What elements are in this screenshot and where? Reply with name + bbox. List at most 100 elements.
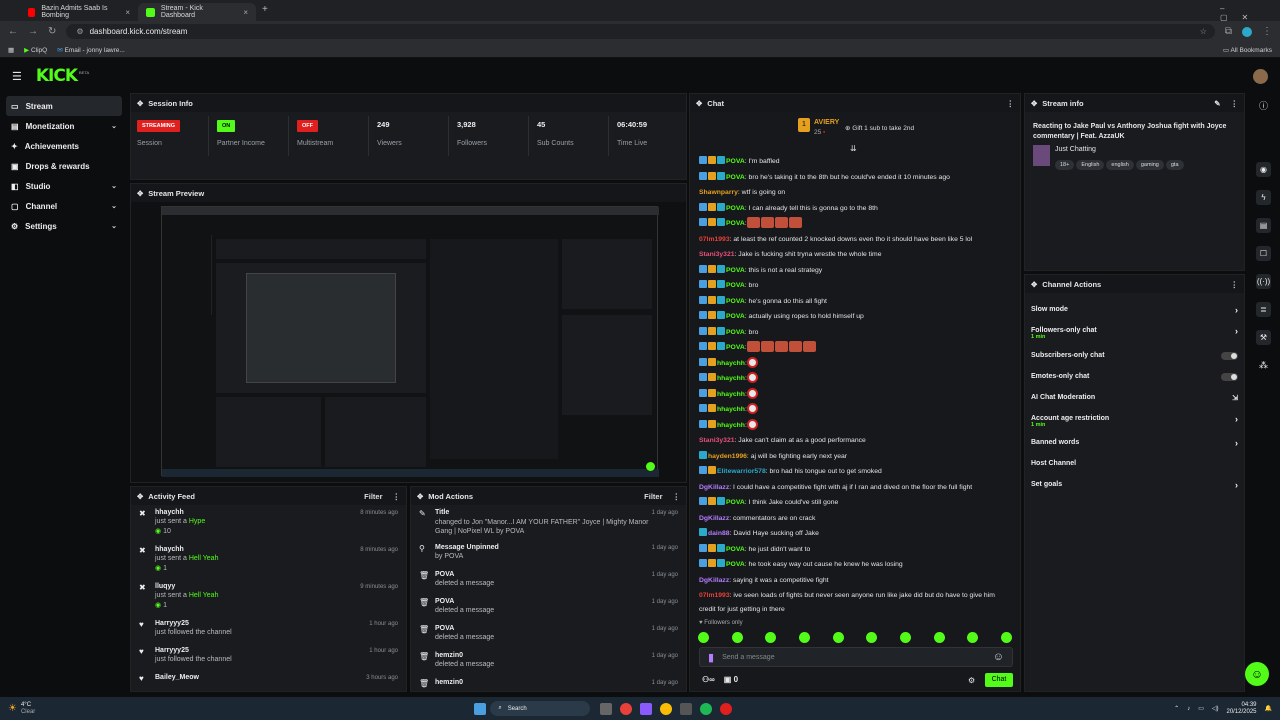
apps-icon[interactable]: ▦ [8, 46, 14, 54]
bolt-icon[interactable]: ϟ [1256, 190, 1271, 205]
spotify-icon[interactable] [700, 702, 713, 715]
chat-username[interactable]: dain88 [708, 530, 730, 537]
forward-icon[interactable]: → [28, 26, 38, 37]
chat-username[interactable]: POVA [726, 205, 745, 212]
sidebar-item-studio[interactable]: ◧ Studio ⌄ [6, 176, 122, 196]
account-age-row[interactable]: Account age restriction 1 min › [1025, 408, 1244, 429]
chat-input[interactable]: ▮ Send a message ☺ [699, 647, 1013, 667]
drag-handle-icon[interactable]: ✥ [137, 189, 143, 198]
edit-icon[interactable]: ✎ [1214, 99, 1220, 108]
share-icon[interactable]: ⁂ [1259, 360, 1268, 371]
emotes-only-toggle[interactable] [1221, 372, 1238, 381]
feed-user[interactable]: Harryyy25 [155, 647, 398, 654]
tag[interactable]: gta [1165, 160, 1184, 170]
mic-icon[interactable]: ♪ [1187, 706, 1190, 712]
feed-user[interactable]: Bailey_Meow [155, 674, 398, 681]
drag-handle-icon[interactable]: ✥ [696, 99, 702, 108]
emote-icon[interactable] [866, 632, 878, 643]
sidebar-item-achievements[interactable]: ✦ Achievements [6, 136, 122, 156]
reload-icon[interactable]: ↻ [48, 26, 56, 37]
set-goals-row[interactable]: Set goals › [1025, 474, 1244, 495]
all-bookmarks[interactable]: ▭ All Bookmarks [1223, 46, 1272, 54]
gifter-name[interactable]: AVIERY [814, 119, 839, 126]
chat-username[interactable]: hhaychh [717, 391, 745, 398]
back-icon[interactable]: ← [8, 26, 18, 37]
emote-icon[interactable] [698, 632, 709, 643]
chat-username[interactable]: hhaychh [717, 406, 745, 413]
emote-icon[interactable] [731, 632, 743, 643]
task-view-icon[interactable] [600, 702, 613, 715]
host-channel-row[interactable]: Host Channel [1025, 453, 1244, 474]
chat-username[interactable]: DgKillazz [699, 577, 729, 584]
chat-username[interactable]: POVA [726, 282, 745, 289]
broadcast-icon[interactable]: ((·)) [1256, 274, 1271, 289]
chat-username[interactable]: POVA [726, 313, 745, 320]
weather-widget[interactable]: 4°C Clear [21, 702, 35, 716]
help-chat-button[interactable]: ☺ [1245, 662, 1269, 686]
browser-tab-kick[interactable]: Stream - Kick Dashboard × [138, 3, 256, 21]
more-icon[interactable]: ⋮ [1231, 99, 1239, 108]
chat-username[interactable]: hhaychh [717, 360, 745, 367]
emoji-icon[interactable]: ☺ [993, 651, 1004, 663]
bookmark-email[interactable]: ✉ Email - jonny lawre... [57, 46, 125, 54]
sidebar-item-settings[interactable]: ⚙ Settings ⌄ [6, 216, 122, 236]
ai-moderation-row[interactable]: AI Chat Moderation ⇲ [1025, 387, 1244, 408]
notifications-icon[interactable]: 🔔 [1265, 705, 1272, 712]
more-icon[interactable]: ⋮ [393, 492, 401, 501]
tag[interactable]: English [1076, 160, 1105, 170]
volume-icon[interactable]: ◁) [1212, 705, 1219, 712]
more-icon[interactable]: ⋮ [1007, 99, 1015, 108]
chat-username[interactable]: POVA [726, 174, 745, 181]
chat-username[interactable]: Shawnparry [699, 189, 738, 196]
sidebar-item-channel[interactable]: ▢ Channel ⌄ [6, 196, 122, 216]
browser-tab-youtube[interactable]: Bazin Admits Saab Is Bombing × [20, 3, 138, 21]
filter-button[interactable]: Filter [644, 492, 662, 501]
chat-username[interactable]: 07lm1993 [699, 236, 730, 243]
chat-username[interactable]: 07lm1993 [699, 592, 730, 599]
chat-username[interactable]: POVA [726, 329, 745, 336]
menu-icon[interactable]: ⋮ [1262, 26, 1272, 37]
app-icon[interactable] [640, 702, 653, 715]
tag[interactable]: english [1106, 160, 1134, 170]
taskbar-search[interactable]: ⌕ Search [490, 701, 591, 716]
sidebar-item-stream[interactable]: ▭ Stream [6, 96, 122, 116]
chat-username[interactable]: DgKillazz [699, 484, 729, 491]
drag-handle-icon[interactable]: ✥ [137, 492, 143, 501]
stream-preview-video[interactable] [161, 206, 659, 477]
tray-chevron-icon[interactable]: ⌃ [1174, 705, 1179, 712]
kick-logo[interactable]: KICK [36, 66, 78, 86]
windows-start-icon[interactable] [474, 702, 487, 715]
bookmark-clipq[interactable]: ▶ ClipQ [24, 46, 47, 54]
chat-username[interactable]: POVA [726, 344, 745, 351]
drag-handle-icon[interactable]: ✥ [1031, 99, 1037, 108]
clock[interactable]: 04:39 20/12/2025 [1226, 702, 1256, 716]
banned-words-row[interactable]: Banned words › [1025, 432, 1244, 453]
app-icon[interactable] [720, 702, 733, 715]
info-icon[interactable]: ⓘ [1259, 99, 1268, 112]
document-icon[interactable]: ▤ [1256, 218, 1271, 233]
wrench-icon[interactable]: ⚒ [1256, 330, 1271, 345]
emote-icon[interactable] [899, 632, 911, 643]
window-controls[interactable]: –▢✕ [1220, 4, 1280, 22]
chat-username[interactable]: POVA [726, 298, 745, 305]
star-icon[interactable]: ☆ [1200, 27, 1207, 36]
more-icon[interactable]: ⋮ [1231, 280, 1239, 289]
chat-username[interactable]: hayden1996 [708, 453, 747, 460]
chat-username[interactable]: POVA [726, 267, 745, 274]
slow-mode-row[interactable]: Slow mode › [1025, 299, 1244, 320]
drag-handle-icon[interactable]: ✥ [417, 492, 423, 501]
tag[interactable]: gaming [1135, 160, 1164, 170]
chat-username[interactable]: DgKillazz [699, 515, 729, 522]
app-icon[interactable] [620, 702, 633, 715]
gift-cta[interactable]: ⊕ Gift 1 sub to take 2nd [845, 124, 914, 132]
profile-avatar[interactable] [1242, 26, 1252, 37]
app-icon[interactable] [680, 702, 693, 715]
close-icon[interactable]: × [243, 8, 248, 17]
close-icon[interactable]: × [125, 8, 130, 17]
chat-username[interactable]: Elitewarrior578 [717, 468, 766, 475]
address-bar[interactable]: ⚙ dashboard.kick.com/stream ☆ [66, 24, 1215, 39]
emote-icon[interactable] [798, 632, 810, 643]
filter-button[interactable]: Filter [364, 492, 382, 501]
chat-username[interactable]: POVA [726, 158, 745, 165]
chat-username[interactable]: POVA [726, 546, 745, 553]
